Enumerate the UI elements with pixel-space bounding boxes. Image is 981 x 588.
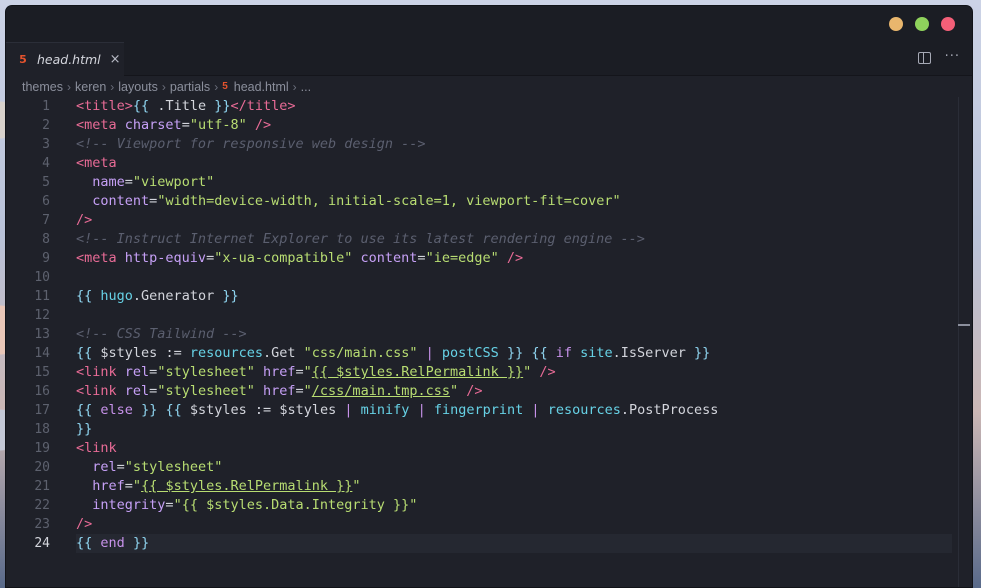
chevron-right-icon: › xyxy=(161,79,166,94)
html5-icon: 5 xyxy=(222,81,228,92)
code-line[interactable] xyxy=(76,306,952,325)
split-editor-icon[interactable] xyxy=(917,52,931,64)
code-line[interactable]: <title>{{ .Title }}</title> xyxy=(76,97,952,116)
line-number: 7 xyxy=(42,213,50,228)
tab-head-html[interactable]: 5 head.html × xyxy=(6,42,124,76)
line-number: 16 xyxy=(34,384,50,399)
line-number: 21 xyxy=(34,479,50,494)
tab-label: head.html xyxy=(37,52,101,67)
line-number: 6 xyxy=(42,194,50,209)
code-line[interactable]: <!-- Viewport for responsive web design … xyxy=(76,135,952,154)
line-number: 17 xyxy=(34,403,50,418)
code-line[interactable] xyxy=(76,268,952,287)
chevron-right-icon: › xyxy=(110,79,115,94)
line-number: 18 xyxy=(34,422,50,437)
breadcrumb-item[interactable]: themes xyxy=(22,80,63,94)
vertical-scrollbar[interactable] xyxy=(958,97,972,587)
code-line[interactable]: content="width=device-width, initial-sca… xyxy=(76,192,952,211)
breadcrumb-item[interactable]: head.html xyxy=(234,80,289,94)
line-number: 11 xyxy=(34,289,50,304)
breadcrumb: themes › keren › layouts › partials › 5 … xyxy=(6,76,972,97)
code-line[interactable]: {{ else }} {{ $styles := $styles | minif… xyxy=(76,401,952,420)
line-number: 2 xyxy=(42,118,50,133)
code-line[interactable]: /> xyxy=(76,211,952,230)
chevron-right-icon: › xyxy=(292,79,297,94)
code-line[interactable]: name="viewport" xyxy=(76,173,952,192)
code-line[interactable]: {{ hugo.Generator }} xyxy=(76,287,952,306)
line-number-gutter: 1 2 3 4 5 6 7 8 9 10 11 12 13 14 15 16 17 18 19 20 21 22 23 24 xyxy=(6,97,64,553)
code-line[interactable]: <!-- CSS Tailwind --> xyxy=(76,325,952,344)
line-number: 24 xyxy=(34,536,50,551)
html5-icon: 5 xyxy=(19,53,27,66)
editor-actions: ··· xyxy=(917,50,960,64)
line-number: 10 xyxy=(34,270,50,285)
line-number: 8 xyxy=(42,232,50,247)
line-number: 5 xyxy=(42,175,50,190)
code-line[interactable]: rel="stylesheet" xyxy=(76,458,952,477)
tab-bar: 5 head.html × ··· xyxy=(6,42,972,76)
line-number: 15 xyxy=(34,365,50,380)
code-editor[interactable]: 1 2 3 4 5 6 7 8 9 10 11 12 13 14 15 16 17 18 19 20 21 22 23 24 … xyxy=(6,97,972,587)
line-number: 22 xyxy=(34,498,50,513)
line-number: 9 xyxy=(42,251,50,266)
code-line[interactable]: <meta charset="utf-8" /> xyxy=(76,116,952,135)
code-line[interactable]: <link xyxy=(76,439,952,458)
chevron-right-icon: › xyxy=(67,79,71,94)
minimize-button[interactable] xyxy=(889,17,903,31)
code-line[interactable]: <meta xyxy=(76,154,952,173)
breadcrumb-item[interactable]: layouts xyxy=(118,80,158,94)
line-number: 23 xyxy=(34,517,50,532)
breadcrumb-item[interactable]: partials xyxy=(170,80,210,94)
line-number: 12 xyxy=(34,308,50,323)
code-line[interactable]: href="{{ $styles.RelPermalink }}" xyxy=(76,477,952,496)
line-number: 1 xyxy=(42,99,50,114)
more-actions-icon[interactable]: ··· xyxy=(945,50,960,64)
code-line[interactable]: <link rel="stylesheet" href="/css/main.t… xyxy=(76,382,952,401)
code-line[interactable]: <!-- Instruct Internet Explorer to use i… xyxy=(76,230,952,249)
code-line[interactable]: /> xyxy=(76,515,952,534)
code-area[interactable]: <title>{{ .Title }}</title> <meta charset… xyxy=(76,97,952,553)
code-line[interactable]: {{ $styles := resources.Get "css/main.cs… xyxy=(76,344,952,363)
code-line[interactable]: integrity="{{ $styles.Data.Integrity }}" xyxy=(76,496,952,515)
line-number: 13 xyxy=(34,327,50,342)
scroll-position-marker xyxy=(958,324,970,326)
code-line[interactable]: <meta http-equiv="x-ua-compatible" conte… xyxy=(76,249,952,268)
breadcrumb-item[interactable]: keren xyxy=(75,80,106,94)
line-number: 3 xyxy=(42,137,50,152)
window-controls xyxy=(889,17,955,31)
line-number: 14 xyxy=(34,346,50,361)
title-bar xyxy=(6,6,972,42)
line-number: 20 xyxy=(34,460,50,475)
close-tab-icon[interactable]: × xyxy=(110,52,121,67)
code-line[interactable]: {{ end }} xyxy=(76,534,952,553)
chevron-right-icon: › xyxy=(214,79,219,94)
line-number: 4 xyxy=(42,156,50,171)
line-number: 19 xyxy=(34,441,50,456)
code-line[interactable]: <link rel="stylesheet" href="{{ $styles.… xyxy=(76,363,952,382)
maximize-button[interactable] xyxy=(915,17,929,31)
code-line[interactable]: }} xyxy=(76,420,952,439)
editor-window: 5 head.html × ··· themes › keren › layou… xyxy=(6,6,972,587)
breadcrumb-item[interactable]: ... xyxy=(301,80,311,94)
close-window-button[interactable] xyxy=(941,17,955,31)
